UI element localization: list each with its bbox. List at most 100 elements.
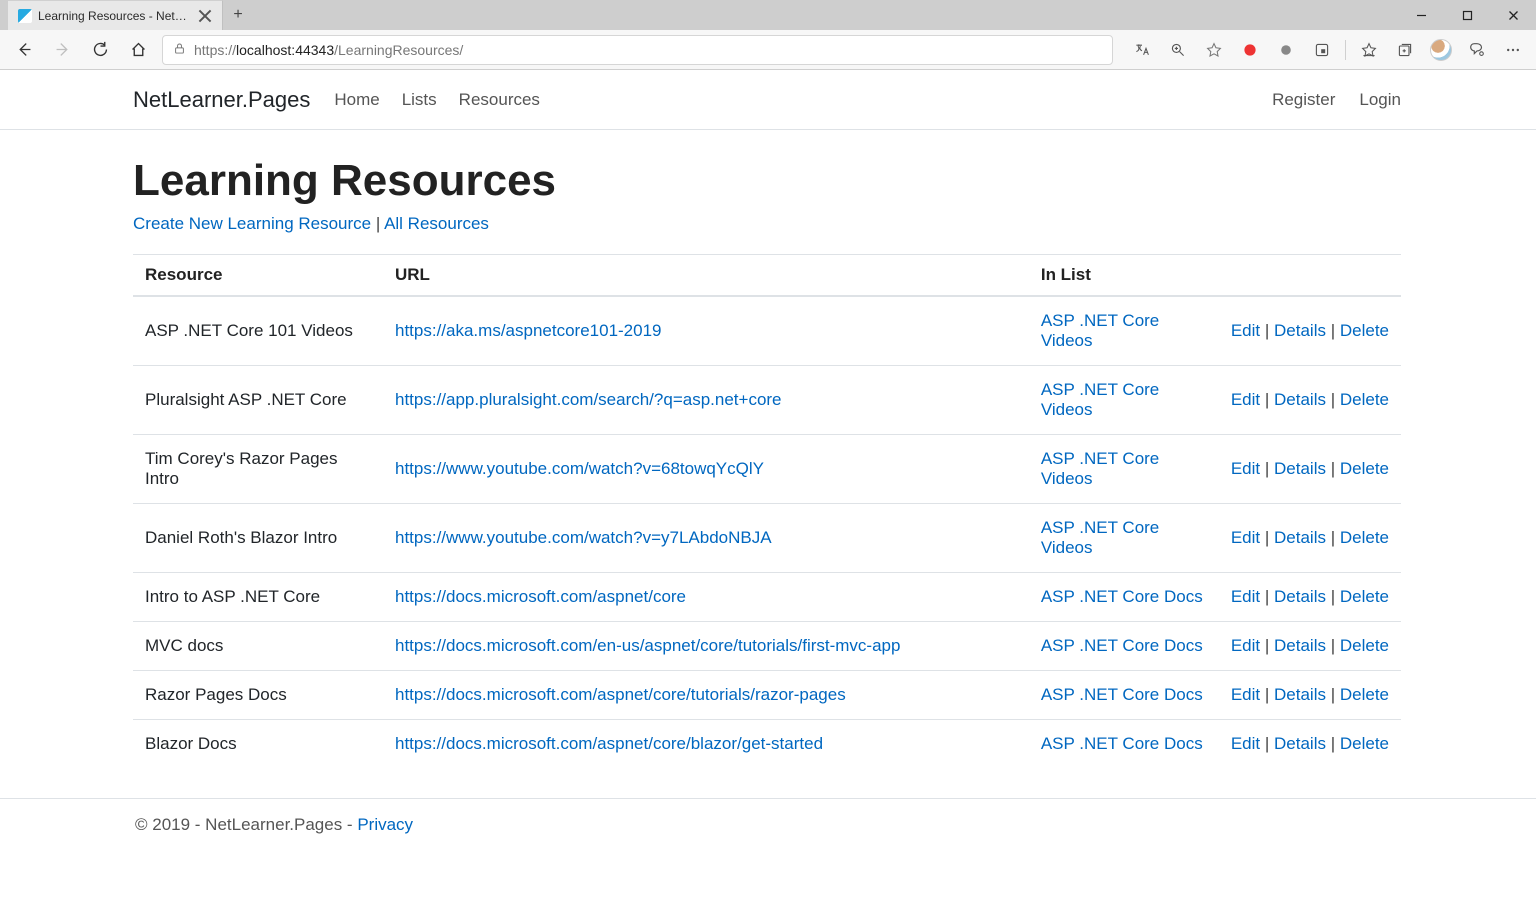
privacy-link[interactable]: Privacy (357, 815, 413, 834)
cell-inlist: ASP .NET Core Docs (1029, 671, 1219, 720)
details-link[interactable]: Details (1274, 685, 1326, 704)
edit-link[interactable]: Edit (1231, 459, 1260, 478)
delete-link[interactable]: Delete (1340, 587, 1389, 606)
new-tab-button[interactable]: + (223, 0, 253, 30)
favorites-icon[interactable] (1352, 34, 1386, 66)
resource-url-link[interactable]: https://docs.microsoft.com/en-us/aspnet/… (395, 636, 900, 655)
forward-button[interactable] (44, 34, 80, 66)
cell-resource-name: Tim Corey's Razor Pages Intro (133, 435, 383, 504)
inlist-link[interactable]: ASP .NET Core Docs (1041, 636, 1203, 655)
cell-resource-name: MVC docs (133, 622, 383, 671)
translate-icon[interactable] (1125, 34, 1159, 66)
details-link[interactable]: Details (1274, 734, 1326, 753)
delete-link[interactable]: Delete (1340, 390, 1389, 409)
details-link[interactable]: Details (1274, 321, 1326, 340)
details-link[interactable]: Details (1274, 459, 1326, 478)
delete-link[interactable]: Delete (1340, 685, 1389, 704)
inlist-link[interactable]: ASP .NET Core Videos (1041, 311, 1159, 350)
cell-url: https://docs.microsoft.com/aspnet/core/b… (383, 720, 1029, 769)
delete-link[interactable]: Delete (1340, 528, 1389, 547)
cell-inlist: ASP .NET Core Videos (1029, 435, 1219, 504)
delete-link[interactable]: Delete (1340, 636, 1389, 655)
create-new-link[interactable]: Create New Learning Resource (133, 214, 371, 233)
inlist-link[interactable]: ASP .NET Core Videos (1041, 518, 1159, 557)
edit-link[interactable]: Edit (1231, 390, 1260, 409)
cell-url: https://www.youtube.com/watch?v=68towqYc… (383, 435, 1029, 504)
toolbar-divider (1345, 40, 1346, 60)
resource-url-link[interactable]: https://docs.microsoft.com/aspnet/core (395, 587, 686, 606)
link-separator: | (376, 214, 384, 233)
resource-url-link[interactable]: https://docs.microsoft.com/aspnet/core/t… (395, 685, 846, 704)
browser-tab[interactable]: Learning Resources - NetLearner (8, 0, 223, 30)
cell-resource-name: Blazor Docs (133, 720, 383, 769)
cell-resource-name: Intro to ASP .NET Core (133, 573, 383, 622)
edit-link[interactable]: Edit (1231, 321, 1260, 340)
inlist-link[interactable]: ASP .NET Core Videos (1041, 380, 1159, 419)
window-maximize-button[interactable] (1444, 0, 1490, 30)
inlist-link[interactable]: ASP .NET Core Docs (1041, 734, 1203, 753)
address-bar[interactable]: https://localhost:44343/LearningResource… (162, 35, 1113, 65)
all-resources-link[interactable]: All Resources (384, 214, 489, 233)
nav-home[interactable]: Home (334, 90, 379, 110)
reading-view-icon[interactable] (1305, 34, 1339, 66)
cell-inlist: ASP .NET Core Videos (1029, 366, 1219, 435)
favicon-icon (18, 9, 32, 23)
page-viewport: NetLearner.Pages Home Lists Resources Re… (0, 70, 1536, 899)
cell-inlist: ASP .NET Core Videos (1029, 296, 1219, 366)
url-host: localhost: (236, 42, 295, 58)
close-tab-icon[interactable] (198, 9, 212, 23)
edit-link[interactable]: Edit (1231, 587, 1260, 606)
window-close-button[interactable] (1490, 0, 1536, 30)
delete-link[interactable]: Delete (1340, 459, 1389, 478)
cell-url: https://www.youtube.com/watch?v=y7LAbdoN… (383, 504, 1029, 573)
resource-url-link[interactable]: https://docs.microsoft.com/aspnet/core/b… (395, 734, 823, 753)
cell-actions: Edit | Details | Delete (1219, 435, 1401, 504)
collections-icon[interactable] (1388, 34, 1422, 66)
th-actions (1219, 255, 1401, 297)
resource-url-link[interactable]: https://www.youtube.com/watch?v=y7LAbdoN… (395, 528, 772, 547)
resource-url-link[interactable]: https://app.pluralsight.com/search/?q=as… (395, 390, 782, 409)
nav-resources[interactable]: Resources (459, 90, 540, 110)
home-button[interactable] (120, 34, 156, 66)
feedback-icon[interactable] (1460, 34, 1494, 66)
back-button[interactable] (6, 34, 42, 66)
table-row: Tim Corey's Razor Pages Intro https://www… (133, 435, 1401, 504)
profile-avatar[interactable] (1424, 34, 1458, 66)
table-row: Daniel Roth's Blazor Introhttps://www.yo… (133, 504, 1401, 573)
delete-link[interactable]: Delete (1340, 734, 1389, 753)
inlist-link[interactable]: ASP .NET Core Docs (1041, 587, 1203, 606)
cell-resource-name: ASP .NET Core 101 Videos (133, 296, 383, 366)
more-icon[interactable] (1496, 34, 1530, 66)
zoom-icon[interactable] (1161, 34, 1195, 66)
inlist-link[interactable]: ASP .NET Core Videos (1041, 449, 1159, 488)
edit-link[interactable]: Edit (1231, 528, 1260, 547)
resource-url-link[interactable]: https://www.youtube.com/watch?v=68towqYc… (395, 459, 764, 478)
edit-link[interactable]: Edit (1231, 734, 1260, 753)
delete-link[interactable]: Delete (1340, 321, 1389, 340)
details-link[interactable]: Details (1274, 528, 1326, 547)
cell-actions: Edit | Details | Delete (1219, 622, 1401, 671)
tab-title: Learning Resources - NetLearner (38, 9, 192, 23)
extension-icon-grey[interactable] (1269, 34, 1303, 66)
details-link[interactable]: Details (1274, 587, 1326, 606)
details-link[interactable]: Details (1274, 636, 1326, 655)
th-inlist: In List (1029, 255, 1219, 297)
lock-icon (173, 42, 186, 58)
nav-register[interactable]: Register (1272, 90, 1335, 110)
nav-login[interactable]: Login (1359, 90, 1401, 110)
edit-link[interactable]: Edit (1231, 685, 1260, 704)
brand-link[interactable]: NetLearner.Pages (133, 87, 310, 113)
details-link[interactable]: Details (1274, 390, 1326, 409)
cell-url: https://app.pluralsight.com/search/?q=as… (383, 366, 1029, 435)
favorite-star-icon[interactable] (1197, 34, 1231, 66)
nav-lists[interactable]: Lists (402, 90, 437, 110)
extension-icon-red[interactable] (1233, 34, 1267, 66)
edit-link[interactable]: Edit (1231, 636, 1260, 655)
site-navbar: NetLearner.Pages Home Lists Resources Re… (0, 70, 1536, 130)
cell-actions: Edit | Details | Delete (1219, 366, 1401, 435)
inlist-link[interactable]: ASP .NET Core Docs (1041, 685, 1203, 704)
window-minimize-button[interactable] (1398, 0, 1444, 30)
refresh-button[interactable] (82, 34, 118, 66)
cell-resource-name: Pluralsight ASP .NET Core (133, 366, 383, 435)
resource-url-link[interactable]: https://aka.ms/aspnetcore101-2019 (395, 321, 662, 340)
